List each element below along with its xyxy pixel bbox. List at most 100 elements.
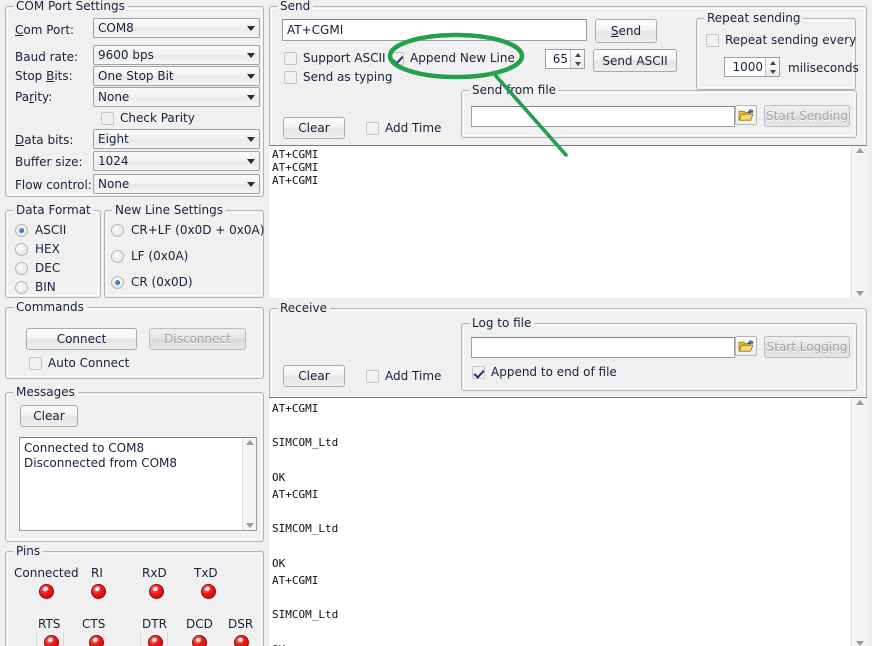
send-as-typing-checkbox[interactable]: Send as typing bbox=[284, 70, 392, 84]
connect-button[interactable]: Connect bbox=[26, 328, 137, 350]
repeat-interval-value: 1000 bbox=[725, 58, 765, 76]
send-group: Send AT+CGMI Send Support ASCII Append N… bbox=[269, 6, 867, 298]
repeat-sending-title: Repeat sending bbox=[704, 11, 803, 25]
send-command-input[interactable]: AT+CGMI bbox=[282, 19, 587, 41]
repeat-interval-spinner[interactable]: 1000 bbox=[724, 57, 780, 77]
chevron-down-icon bbox=[242, 175, 259, 193]
ascii-code-spin-buttons[interactable] bbox=[570, 50, 584, 68]
buffer-size-combo[interactable]: 1024 bbox=[93, 151, 260, 171]
send-from-file-browse-button[interactable] bbox=[735, 105, 757, 125]
label-parity: Parity: bbox=[15, 90, 52, 104]
send-ascii-button[interactable]: Send ASCII bbox=[593, 49, 677, 72]
radio-bin[interactable]: BIN bbox=[15, 280, 56, 294]
receive-title: Receive bbox=[277, 301, 330, 315]
support-ascii-checkbox[interactable]: Support ASCII bbox=[284, 51, 386, 65]
receive-add-time-checkbox[interactable]: Add Time bbox=[366, 369, 441, 383]
send-log[interactable]: AT+CGMI AT+CGMI AT+CGMI bbox=[269, 145, 867, 298]
check-parity-checkbox[interactable]: Check Parity bbox=[101, 111, 195, 125]
log-to-file-browse-button[interactable] bbox=[735, 336, 757, 356]
auto-connect-checkbox[interactable]: Auto Connect bbox=[29, 356, 129, 370]
scroll-up-icon[interactable] bbox=[856, 400, 864, 405]
scroll-up-icon[interactable] bbox=[246, 440, 254, 445]
receive-log-scrollbar[interactable] bbox=[851, 398, 867, 646]
scroll-down-icon[interactable] bbox=[856, 641, 864, 646]
auto-connect-box bbox=[29, 357, 42, 370]
send-add-time-label: Add Time bbox=[385, 121, 441, 135]
spin-up-icon[interactable] bbox=[766, 58, 779, 67]
send-from-file-path-input[interactable] bbox=[471, 106, 735, 127]
scroll-down-icon[interactable] bbox=[856, 291, 864, 296]
log-to-file-group: Log to file Start Logging bbox=[461, 323, 857, 391]
repeat-sending-label: Repeat sending every bbox=[725, 33, 856, 47]
messages-scrollbar[interactable] bbox=[242, 438, 256, 530]
pin-led-ri bbox=[91, 584, 106, 599]
send-button[interactable]: Send bbox=[595, 19, 657, 43]
receive-add-time-label: Add Time bbox=[385, 369, 441, 383]
append-new-line-checkbox[interactable]: Append New Line bbox=[391, 51, 515, 65]
radio-bin-label: BIN bbox=[35, 280, 56, 294]
start-logging-button[interactable]: Start Logging bbox=[764, 336, 850, 358]
radio-dec[interactable]: DEC bbox=[15, 261, 60, 275]
messages-clear-button[interactable]: Clear bbox=[20, 405, 78, 427]
ascii-code-spinner[interactable]: 65 bbox=[545, 49, 585, 69]
radio-crlf[interactable]: CR+LF (0x0D + 0x0A) bbox=[111, 223, 264, 237]
send-add-time-checkbox[interactable]: Add Time bbox=[366, 121, 441, 135]
check-parity-label: Check Parity bbox=[120, 111, 195, 125]
append-to-end-box bbox=[472, 366, 485, 379]
pin-label-rxd: RxD bbox=[142, 566, 167, 580]
data-bits-combo[interactable]: Eight bbox=[93, 129, 260, 149]
send-clear-button[interactable]: Clear bbox=[283, 117, 345, 139]
chevron-down-icon bbox=[242, 152, 259, 170]
label-flow-control: Flow control: bbox=[15, 178, 92, 192]
send-from-file-title: Send from file bbox=[469, 83, 559, 97]
radio-lf[interactable]: LF (0x0A) bbox=[111, 249, 188, 263]
receive-log-text: AT+CGMI SIMCOM_Ltd OK AT+CGMI SIMCOM_Ltd… bbox=[269, 398, 851, 646]
radio-cr[interactable]: CR (0x0D) bbox=[111, 275, 193, 289]
send-command-value: AT+CGMI bbox=[287, 23, 343, 37]
receive-clear-button[interactable]: Clear bbox=[283, 365, 345, 387]
disconnect-button[interactable]: Disconnect bbox=[149, 328, 246, 350]
spin-down-icon[interactable] bbox=[571, 59, 584, 68]
parity-combo[interactable]: None bbox=[93, 87, 260, 107]
chevron-down-icon bbox=[242, 46, 259, 64]
support-ascii-box bbox=[284, 52, 297, 65]
com-port-value: COM8 bbox=[98, 21, 242, 35]
pin-label-cts: CTS bbox=[82, 617, 105, 631]
new-line-settings-group: New Line Settings CR+LF (0x0D + 0x0A) LF… bbox=[104, 210, 264, 298]
radio-ascii[interactable]: ASCII bbox=[15, 223, 66, 237]
log-to-file-path-input[interactable] bbox=[471, 337, 735, 358]
repeat-sending-checkbox[interactable]: Repeat sending every bbox=[706, 33, 856, 47]
flow-control-combo[interactable]: None bbox=[93, 174, 260, 194]
append-to-end-checkbox[interactable]: Append to end of file bbox=[472, 365, 617, 379]
messages-log[interactable]: Connected to COM8 Disconnected from COM8 bbox=[19, 437, 257, 531]
pin-led-dcd bbox=[192, 635, 207, 646]
chevron-down-icon bbox=[242, 67, 259, 85]
stop-bits-combo[interactable]: One Stop Bit bbox=[93, 66, 260, 86]
pin-label-ri: RI bbox=[91, 566, 103, 580]
serial-terminal-window: COM Port Settings Com Port: Baud rate: S… bbox=[0, 0, 872, 646]
radio-hex[interactable]: HEX bbox=[15, 242, 60, 256]
send-as-typing-box bbox=[284, 71, 297, 84]
send-log-text: AT+CGMI AT+CGMI AT+CGMI bbox=[269, 146, 851, 298]
send-as-typing-label: Send as typing bbox=[303, 70, 392, 84]
pin-led-cts bbox=[89, 635, 104, 646]
data-format-group: Data Format ASCII HEX DEC BIN bbox=[5, 210, 101, 298]
receive-log[interactable]: AT+CGMI SIMCOM_Ltd OK AT+CGMI SIMCOM_Ltd… bbox=[269, 397, 867, 646]
repeat-interval-spin-buttons[interactable] bbox=[765, 58, 779, 76]
pin-led-txd bbox=[201, 584, 216, 599]
pin-led-dsr bbox=[234, 635, 249, 646]
scroll-down-icon[interactable] bbox=[246, 523, 254, 528]
pin-divider bbox=[63, 632, 64, 646]
baud-rate-combo[interactable]: 9600 bps bbox=[93, 45, 260, 65]
commands-group: Commands Connect Disconnect Auto Connect bbox=[5, 307, 264, 379]
send-log-scrollbar[interactable] bbox=[851, 146, 867, 298]
spin-down-icon[interactable] bbox=[766, 67, 779, 76]
radio-ascii-label: ASCII bbox=[35, 223, 66, 237]
com-port-combo[interactable]: COM8 bbox=[93, 18, 260, 38]
spin-up-icon[interactable] bbox=[571, 50, 584, 59]
scroll-up-icon[interactable] bbox=[856, 148, 864, 153]
start-sending-button[interactable]: Start Sending bbox=[764, 105, 850, 127]
support-ascii-label: Support ASCII bbox=[303, 51, 386, 65]
pin-led-connected bbox=[39, 584, 54, 599]
pin-label-txd: TxD bbox=[194, 566, 218, 580]
